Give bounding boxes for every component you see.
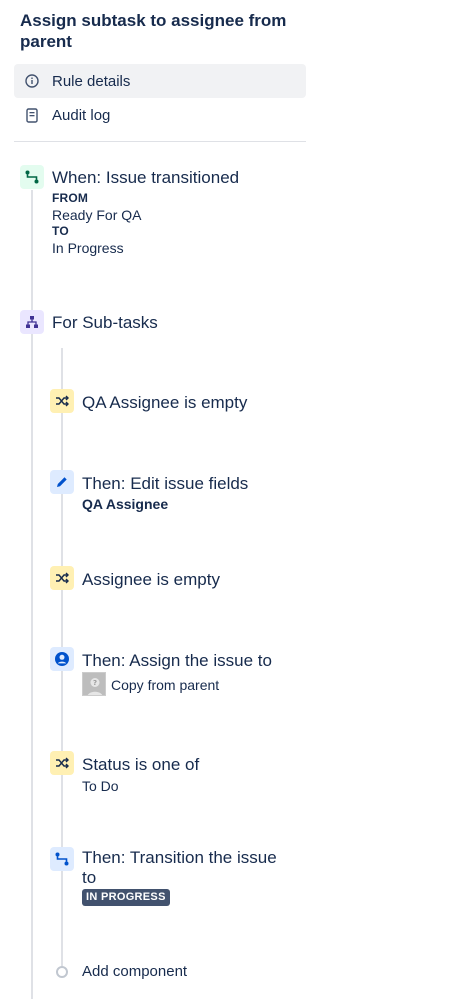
action-step[interactable]: Then: Edit issue fields QA Assignee <box>0 468 300 516</box>
shuffle-icon <box>50 566 74 590</box>
shuffle-icon <box>50 389 74 413</box>
document-icon <box>24 107 40 123</box>
rule-title: Assign subtask to assignee from parent <box>20 11 287 51</box>
svg-text:?: ? <box>93 679 97 687</box>
transition-icon <box>50 847 74 871</box>
hierarchy-icon <box>20 310 44 334</box>
trigger-from-label: FROM <box>52 191 89 205</box>
divider <box>14 141 306 142</box>
pencil-icon <box>50 470 74 494</box>
avatar: ? <box>82 672 106 696</box>
info-icon <box>24 73 40 89</box>
condition-title: Assignee is empty <box>82 570 220 589</box>
action-step[interactable]: Then: Transition the issue to IN PROGRES… <box>0 845 300 909</box>
condition-title: Status is one of <box>82 755 200 774</box>
trigger-to-label: TO <box>52 224 69 238</box>
branch-title: For Sub-tasks <box>52 313 158 332</box>
nav-rule-details-label: Rule details <box>52 72 131 90</box>
status-lozenge: IN PROGRESS <box>82 889 170 906</box>
action-title-line2: to <box>82 868 97 887</box>
branch-step[interactable]: For Sub-tasks <box>0 306 300 340</box>
nav-rule-details[interactable]: Rule details <box>14 64 306 98</box>
action-detail: QA Assignee <box>82 496 169 512</box>
trigger-title: When: Issue transitioned <box>52 168 240 187</box>
action-step[interactable]: Then: Assign the issue to ? Copy from pa… <box>0 645 300 697</box>
action-title-line1: Then: Transition the issue <box>82 848 277 867</box>
nav-audit-log[interactable]: Audit log <box>14 98 306 132</box>
add-component-button[interactable]: Add component <box>82 963 187 980</box>
add-component-dot <box>56 966 68 978</box>
nav-audit-log-label: Audit log <box>52 106 111 124</box>
condition-step[interactable]: Status is one of To Do <box>0 750 300 796</box>
condition-detail: To Do <box>82 778 119 794</box>
shuffle-icon <box>50 751 74 775</box>
action-title: Then: Edit issue fields <box>82 474 249 493</box>
transition-icon <box>20 165 44 189</box>
condition-step[interactable]: Assignee is empty <box>0 565 300 599</box>
condition-title: QA Assignee is empty <box>82 393 248 412</box>
user-circle-icon <box>50 647 74 671</box>
trigger-step[interactable]: When: Issue transitioned FROM Ready For … <box>0 160 300 260</box>
action-detail: Copy from parent <box>111 677 220 693</box>
condition-step[interactable]: QA Assignee is empty <box>0 388 300 422</box>
trigger-from-value: Ready For QA <box>52 207 142 223</box>
action-title: Then: Assign the issue to <box>82 651 272 670</box>
trigger-to-value: In Progress <box>52 240 124 256</box>
